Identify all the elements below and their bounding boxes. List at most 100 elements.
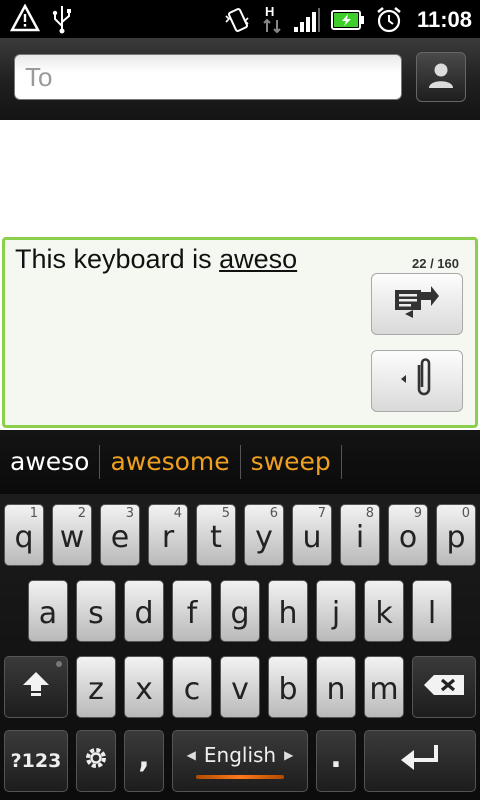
warning-icon	[10, 4, 40, 34]
key-r-label: r	[161, 519, 175, 555]
key-g-label: g	[230, 595, 250, 631]
data-transfer-icon: H	[261, 4, 283, 36]
language-prev-arrow-icon: ◀	[186, 748, 196, 762]
key-m-label: m	[369, 671, 399, 707]
key-s-label: s	[88, 595, 104, 631]
message-text-committed: This keyboard is	[15, 244, 220, 274]
key-r-number: 4	[173, 506, 182, 521]
key-k[interactable]: k	[364, 580, 404, 642]
key-n-label: n	[326, 671, 346, 707]
enter-icon	[398, 742, 442, 780]
key-a[interactable]: a	[28, 580, 68, 642]
key-z[interactable]: z	[76, 656, 116, 718]
key-g[interactable]: g	[220, 580, 260, 642]
paperclip-icon	[393, 357, 441, 405]
language-next-arrow-icon: ▶	[284, 748, 294, 762]
key-c[interactable]: c	[172, 656, 212, 718]
key-d[interactable]: d	[124, 580, 164, 642]
vibrate-icon	[223, 6, 251, 34]
key-u[interactable]: 7u	[292, 504, 332, 566]
backspace-key[interactable]	[412, 656, 476, 718]
backspace-icon	[422, 670, 466, 705]
key-f[interactable]: f	[172, 580, 212, 642]
shift-key[interactable]	[4, 656, 68, 718]
key-i-number: 8	[365, 506, 374, 521]
period-key[interactable]: .	[316, 730, 356, 792]
key-t-label: t	[210, 519, 222, 555]
key-n[interactable]: n	[316, 656, 356, 718]
comma-key[interactable]: ,	[124, 730, 164, 792]
add-contact-button[interactable]	[416, 52, 466, 102]
message-text[interactable]: This keyboard is aweso	[15, 244, 297, 275]
key-w-label: w	[59, 519, 85, 555]
space-key[interactable]: ◀ English ▶	[172, 730, 308, 792]
shift-icon	[21, 669, 51, 705]
key-c-label: c	[183, 671, 201, 707]
caps-lock-indicator	[56, 661, 62, 667]
key-v[interactable]: v	[220, 656, 260, 718]
alarm-icon	[375, 6, 403, 34]
send-button[interactable]	[371, 273, 463, 335]
soft-keyboard: 1q 2w 3e 4r 5t 6y 7u 8i 9o 0p a s d f g …	[0, 494, 480, 800]
to-field[interactable]	[14, 54, 402, 100]
key-m[interactable]: m	[364, 656, 404, 718]
key-l[interactable]: l	[412, 580, 452, 642]
compose-area: This keyboard is aweso 22 / 160	[0, 235, 480, 430]
key-l-label: l	[427, 595, 437, 631]
key-j[interactable]: j	[316, 580, 356, 642]
attach-button[interactable]	[371, 350, 463, 412]
symbols-key-label: ?123	[10, 750, 62, 772]
send-icon	[393, 282, 441, 326]
key-o-label: o	[398, 519, 418, 555]
suggestion-sweep[interactable]: sweep	[241, 445, 342, 479]
period-key-label: .	[330, 739, 342, 775]
key-v-label: v	[231, 671, 249, 707]
settings-key[interactable]	[76, 730, 116, 792]
composing-word: aweso	[219, 244, 298, 274]
key-h[interactable]: h	[268, 580, 308, 642]
comma-key-label: ,	[138, 739, 150, 775]
key-y[interactable]: 6y	[244, 504, 284, 566]
usb-icon	[50, 4, 74, 34]
key-o[interactable]: 9o	[388, 504, 428, 566]
status-bar: H 11:08	[0, 0, 480, 38]
key-a-label: a	[38, 595, 58, 631]
key-r[interactable]: 4r	[148, 504, 188, 566]
key-t-number: 5	[221, 506, 230, 521]
key-y-label: y	[255, 519, 273, 555]
key-e-label: e	[110, 519, 130, 555]
key-s[interactable]: s	[76, 580, 116, 642]
suggestion-typed-word[interactable]: aweso	[0, 445, 101, 479]
key-u-label: u	[302, 519, 322, 555]
recipient-header	[0, 38, 480, 120]
key-z-label: z	[88, 671, 104, 707]
key-w[interactable]: 2w	[52, 504, 92, 566]
enter-key[interactable]	[364, 730, 476, 792]
key-f-label: f	[186, 595, 198, 631]
space-key-underline	[196, 775, 284, 779]
key-p-label: p	[446, 519, 466, 555]
suggestion-strip: aweso awesome sweep	[0, 430, 480, 495]
key-e[interactable]: 3e	[100, 504, 140, 566]
key-x[interactable]: x	[124, 656, 164, 718]
key-j-label: j	[331, 595, 341, 631]
key-b[interactable]: b	[268, 656, 308, 718]
key-p[interactable]: 0p	[436, 504, 476, 566]
key-b-label: b	[278, 671, 298, 707]
key-q[interactable]: 1q	[4, 504, 44, 566]
message-thread-area	[0, 120, 480, 235]
suggestion-awesome[interactable]: awesome	[100, 445, 241, 479]
key-d-label: d	[134, 595, 154, 631]
network-type-label: H	[265, 4, 274, 19]
character-counter: 22 / 160	[412, 256, 459, 271]
settings-gear-icon	[83, 744, 109, 779]
key-x-label: x	[135, 671, 153, 707]
signal-icon	[293, 7, 321, 33]
key-i[interactable]: 8i	[340, 504, 380, 566]
person-icon	[426, 60, 456, 94]
key-t[interactable]: 5t	[196, 504, 236, 566]
key-k-label: k	[375, 595, 393, 631]
key-h-label: h	[278, 595, 298, 631]
key-q-label: q	[14, 519, 34, 555]
symbols-key[interactable]: ?123	[4, 730, 68, 792]
